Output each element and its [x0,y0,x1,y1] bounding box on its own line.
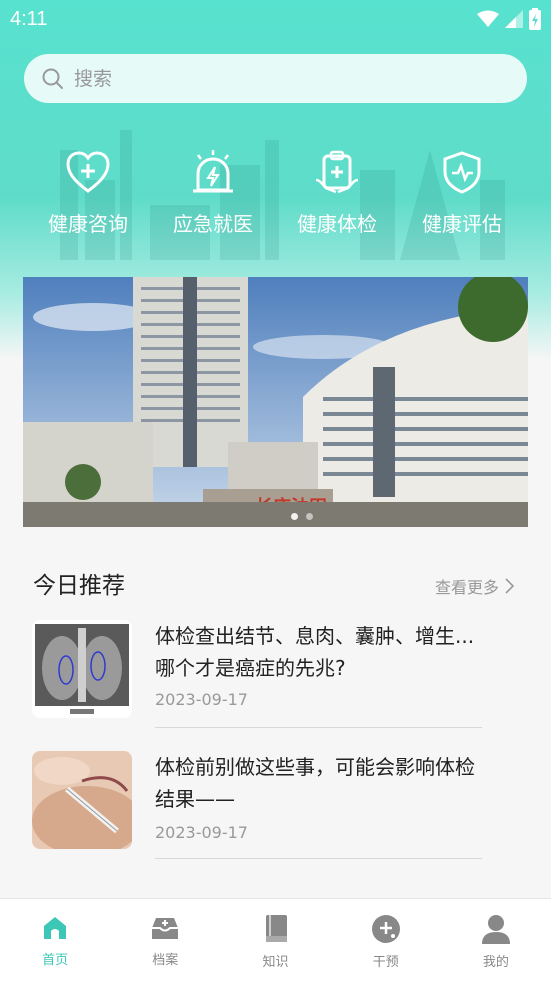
archive-box-icon [152,918,179,939]
tab-label: 干预 [372,955,399,970]
blood-test-image [32,751,132,849]
article-title: 体检查出结节、息肉、囊肿、增生...哪个才是癌症的先兆? [155,624,475,680]
battery-icon [529,8,541,30]
banner-carousel[interactable]: 长庆油田 [23,277,528,527]
search-icon [42,68,63,89]
wifi-icon [477,10,499,27]
quick-action-label: 健康评估 [422,212,502,236]
home-icon [44,917,67,939]
status-bar: 4:11 [0,0,551,38]
quick-action-label: 健康体检 [297,212,377,236]
view-more-link[interactable]: 查看更多 [435,574,515,598]
quick-action-emergency[interactable]: 应急就医 [158,150,268,237]
carousel-indicator [291,513,313,520]
section-title: 今日推荐 [33,573,125,599]
status-time: 4:11 [10,7,48,30]
signal-icon [505,10,523,28]
article-title: 体检前别做这些事，可能会影响体检结果—— [155,755,475,811]
search-bar[interactable] [24,54,527,103]
tab-profile[interactable]: 我的 [441,899,551,981]
quick-action-label: 健康咨询 [48,212,128,236]
tab-label: 首页 [42,953,69,968]
intervention-plus-icon [371,915,400,943]
tab-label: 档案 [152,953,179,968]
carousel-dot[interactable] [306,513,313,520]
emergency-siren-icon [193,150,233,193]
view-more-label: 查看更多 [435,578,500,597]
system-icons [477,8,541,30]
article-item[interactable]: 体检查出结节、息肉、囊肿、增生...哪个才是癌症的先兆? 2023-09-17 [32,620,492,728]
quick-action-health-assessment[interactable]: 健康评估 [407,150,517,237]
bottom-tab-bar: 首页 档案 知识 干预 我的 [0,898,551,981]
user-icon [481,915,510,944]
chest-xray-image [32,620,132,718]
shield-pulse-icon [443,151,481,194]
tab-label: 我的 [482,955,509,970]
article-thumbnail [32,751,132,849]
tab-archive[interactable]: 档案 [110,899,220,981]
book-icon [265,915,287,942]
quick-actions: 健康咨询 应急就医 健康体检 健康评估 [0,150,551,250]
tab-label: 知识 [262,955,289,970]
search-input[interactable] [74,67,474,90]
article-thumbnail [32,620,132,718]
quick-action-label: 应急就医 [173,212,253,236]
chevron-right-icon [505,578,515,594]
article-date: 2023-09-17 [155,823,248,842]
article-divider [155,858,482,859]
article-divider [155,727,482,728]
carousel-dot-active[interactable] [291,513,298,520]
article-date: 2023-09-17 [155,690,248,709]
tab-knowledge[interactable]: 知识 [220,899,330,981]
heart-plus-icon [66,151,110,193]
quick-action-health-checkup[interactable]: 健康体检 [282,150,392,237]
article-item[interactable]: 体检前别做这些事，可能会影响体检结果—— 2023-09-17 [32,751,492,859]
clipboard-health-icon [315,150,359,194]
tab-intervention[interactable]: 干预 [331,899,441,981]
hospital-building-image: 长庆油田 [23,277,528,527]
quick-action-health-consult[interactable]: 健康咨询 [33,150,143,237]
tab-home[interactable]: 首页 [0,899,110,981]
